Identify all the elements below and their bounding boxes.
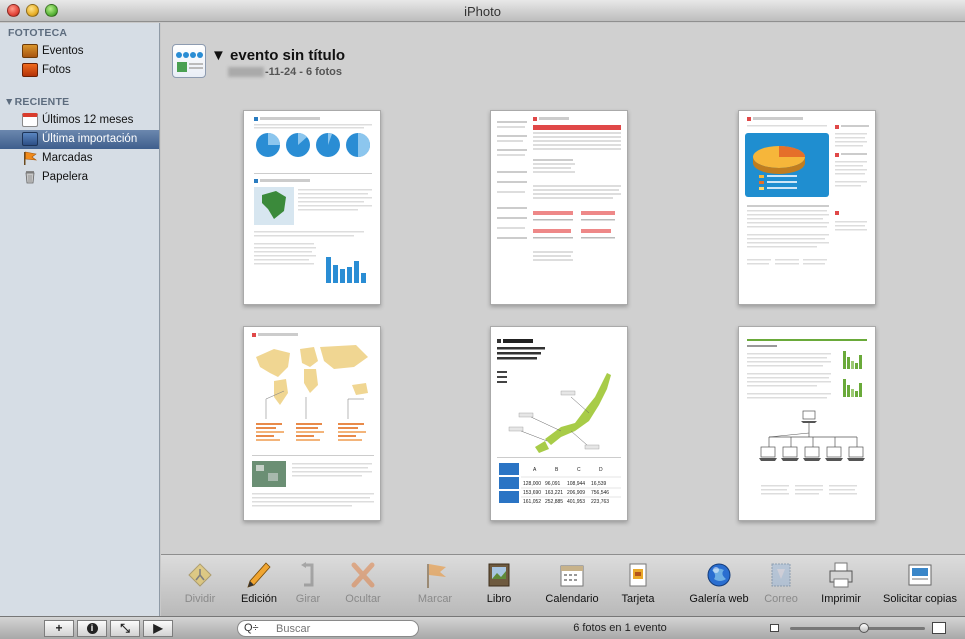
mail-button[interactable]: Correo — [761, 561, 801, 615]
photos-icon — [22, 63, 38, 77]
book-icon — [488, 563, 510, 587]
table-cell: 153,690 — [523, 490, 541, 496]
table-header-a: A — [533, 467, 537, 473]
event-title[interactable]: ▼ evento sin título — [211, 47, 345, 64]
globe-icon — [707, 563, 731, 587]
sidebar-section-recent[interactable]: ▼RECIENTE — [4, 96, 69, 108]
photo-thumbnail[interactable] — [243, 326, 381, 521]
edit-button[interactable]: Edición — [237, 561, 281, 615]
zoom-slider-knob[interactable] — [859, 623, 870, 633]
sidebar-item-trash[interactable]: Papelera — [0, 168, 159, 187]
table-cell: 206,909 — [567, 490, 585, 496]
sidebar-section-library: FOTOTECA — [8, 27, 68, 39]
stamp-icon — [771, 563, 791, 587]
add-button[interactable]: + — [44, 620, 74, 637]
table-cell: 252,885 — [545, 499, 563, 505]
zoom-out-icon[interactable] — [770, 624, 779, 632]
zoom-slider[interactable] — [790, 627, 925, 630]
zoom-in-icon[interactable] — [932, 622, 946, 634]
sidebar-item-photos[interactable]: Fotos — [0, 61, 159, 80]
import-icon — [22, 132, 38, 146]
table-header-b: B — [555, 467, 559, 473]
sidebar-item-label: Papelera — [42, 171, 89, 183]
order-prints-icon — [908, 564, 932, 586]
flag-icon — [22, 151, 38, 165]
split-button[interactable]: Dividir — [180, 561, 220, 615]
web-gallery-button[interactable]: Galería web — [687, 561, 751, 615]
photo-browser: ▼ evento sin título -11-24 - 6 fotos A B… — [161, 23, 965, 554]
card-button[interactable]: Tarjeta — [616, 561, 660, 615]
table-cell: 163,221 — [545, 490, 563, 496]
window-title: iPhoto — [464, 4, 501, 19]
photo-thumbnail[interactable] — [243, 110, 381, 305]
book-button[interactable]: Libro — [482, 561, 516, 615]
bottom-bar: + i ⤡ ▶ Q÷ 6 fotos en 1 evento — [0, 616, 965, 639]
sidebar-item-label: Últimos 12 meses — [42, 114, 134, 126]
photo-thumbnail[interactable] — [490, 110, 628, 305]
hide-button[interactable]: Ocultar — [341, 561, 385, 615]
events-icon — [22, 44, 38, 58]
pencil-icon — [247, 562, 271, 588]
event-icon[interactable] — [172, 44, 206, 78]
card-icon — [629, 563, 647, 587]
flag-icon — [427, 564, 446, 588]
sidebar-item-events[interactable]: Eventos — [0, 42, 159, 61]
table-cell: 108,944 — [567, 481, 585, 487]
table-cell: 16,539 — [591, 481, 607, 487]
search-input[interactable] — [276, 622, 412, 635]
sidebar-item-label: Eventos — [42, 45, 84, 57]
sidebar-item-last-import[interactable]: Última importación — [0, 130, 159, 149]
split-icon — [188, 563, 212, 587]
info-icon: i — [86, 623, 98, 634]
print-button[interactable]: Imprimir — [815, 561, 867, 615]
table-cell: 161,052 — [523, 499, 541, 505]
table-cell: 223,763 — [591, 499, 609, 505]
status-text: 6 fotos en 1 evento — [573, 622, 667, 634]
table-cell: 756,546 — [591, 490, 609, 496]
sidebar: FOTOTECA Eventos Fotos ▼RECIENTE Últimos… — [0, 23, 160, 616]
sidebar-item-label: Marcadas — [42, 152, 93, 164]
bottom-toolbar: Dividir Edición Girar Ocultar Marcar Lib… — [161, 554, 965, 616]
sidebar-item-label: Última importación — [42, 133, 138, 145]
slideshow-button[interactable]: ▶ — [143, 620, 173, 637]
fullscreen-button[interactable]: ⤡ — [110, 620, 140, 637]
iphoto-window: iPhoto FOTOTECA Eventos Fotos ▼RECIENTE … — [0, 0, 965, 639]
photo-thumbnail[interactable] — [738, 326, 876, 521]
calendar-icon — [22, 113, 38, 127]
info-button[interactable]: i — [77, 620, 107, 637]
printer-icon — [829, 562, 853, 588]
title-bar: iPhoto — [0, 0, 965, 22]
sidebar-item-flagged[interactable]: Marcadas — [0, 149, 159, 168]
calendar-icon — [560, 565, 584, 587]
flag-button[interactable]: Marcar — [413, 561, 457, 615]
search-filter-icon[interactable]: Q÷ — [244, 622, 259, 634]
search-field[interactable]: Q÷ — [237, 620, 419, 637]
table-cell: 128,000 — [523, 481, 541, 487]
table-header-d: D — [599, 467, 603, 473]
event-subtitle: -11-24 - 6 fotos — [228, 66, 342, 78]
photo-thumbnail[interactable]: A B C D 128,000 96,091 108,944 16,539 15… — [490, 326, 628, 521]
calendar-button[interactable]: Calendario — [539, 561, 605, 615]
table-cell: 96,091 — [545, 481, 561, 487]
redacted-year — [228, 67, 264, 78]
trash-icon — [22, 170, 38, 184]
hide-x-icon — [351, 562, 375, 588]
photo-thumbnail[interactable] — [738, 110, 876, 305]
sidebar-item-last-12-months[interactable]: Últimos 12 meses — [0, 111, 159, 130]
order-prints-button[interactable]: Solicitar copias — [878, 561, 962, 615]
table-header-c: C — [577, 467, 581, 473]
sidebar-item-label: Fotos — [42, 64, 71, 76]
disclosure-triangle-icon[interactable]: ▼ — [211, 47, 230, 64]
rotate-button[interactable]: Girar — [291, 561, 325, 615]
table-cell: 401,953 — [567, 499, 585, 505]
rotate-icon — [301, 562, 314, 587]
